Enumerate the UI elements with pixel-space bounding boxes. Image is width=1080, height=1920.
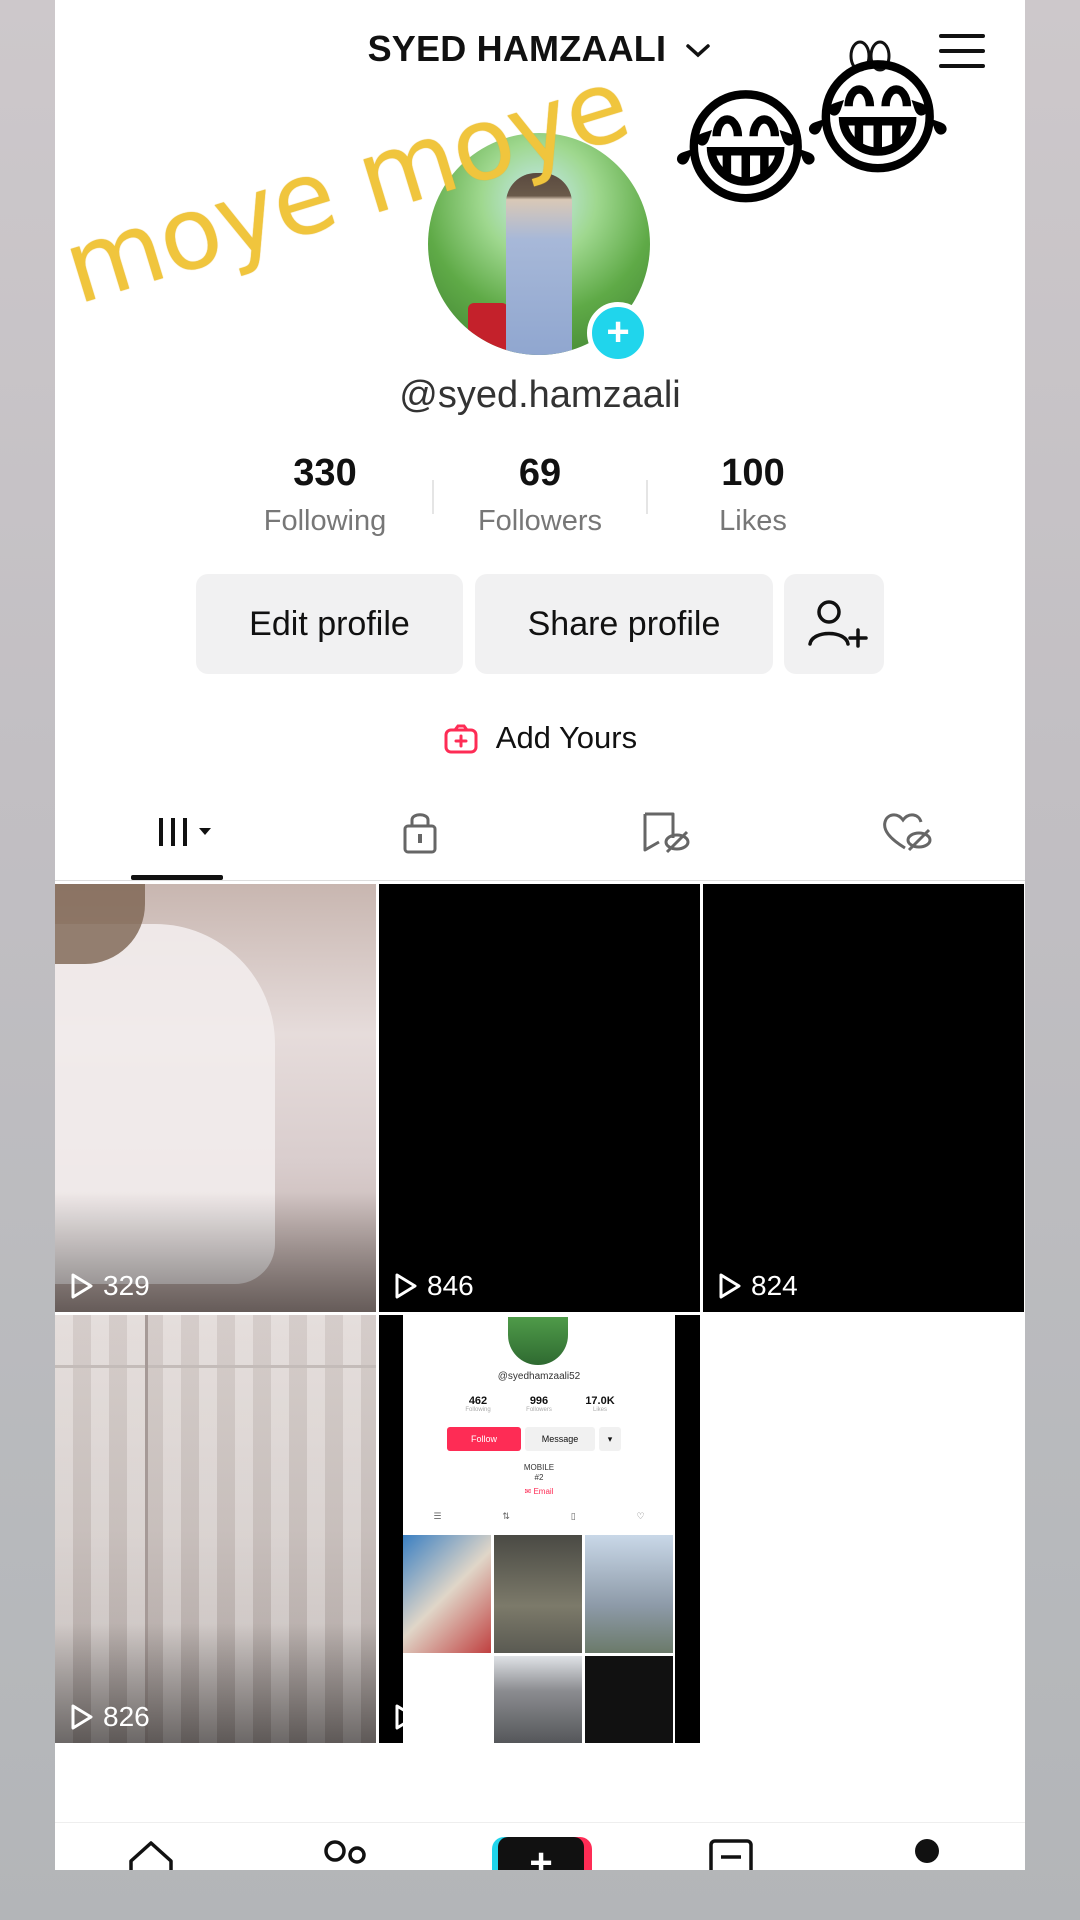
mini-bio: MOBILE #2 [403,1463,675,1483]
mini-stat: 17.0K Likes [570,1395,630,1413]
view-count: 826 [69,1701,150,1733]
profile-screen: SYED HAMZAALI + moye moye 😂 😂 @syed.hamz… [55,0,1025,1870]
profile-icon[interactable] [899,1837,955,1870]
view-count-text: 826 [103,1701,150,1732]
home-icon[interactable] [123,1837,179,1870]
stat-label: Likes [719,505,787,537]
mini-heart-icon: ♡ [636,1511,645,1521]
stat-label: Following [263,505,387,537]
video-thumbnail[interactable]: 824 [703,884,1024,1312]
mini-stat-label: Following [465,1407,491,1413]
mini-message-button: Message [525,1427,595,1451]
mini-stat-label: Likes [592,1407,607,1413]
hidden-bookmark-icon [643,812,690,854]
mini-stat-label: Followers [526,1407,552,1413]
stat-divider [646,480,648,514]
create-button[interactable]: + [492,1837,592,1870]
view-count: 329 [69,1270,150,1302]
hidden-heart-icon [883,813,932,852]
view-count-text: 329 [103,1270,150,1301]
mini-grid-icon: ☰ [433,1511,442,1521]
lock-icon [403,813,437,854]
video-thumbnail[interactable]: 329 [55,884,376,1312]
mini-stat-value: 462 [468,1395,488,1407]
play-icon [71,1704,93,1730]
mini-username: @syedhamzaali52 [497,1371,581,1382]
stat-value: 100 [721,452,785,494]
play-icon [395,1273,417,1299]
view-count-text: 846 [427,1270,474,1301]
mini-tabs: ☰ ⇅ ▯ ♡ [403,1511,675,1527]
mini-stat-value: 996 [529,1395,549,1407]
mini-repost-icon: ⇅ [502,1511,510,1521]
chevron-down-icon [686,44,711,58]
tab-private[interactable] [395,808,445,878]
account-name: SYED HAMZAALI [367,28,667,69]
tab-videos[interactable] [151,808,221,878]
play-icon [395,1704,417,1730]
play-icon [71,1273,93,1299]
stat-value: 330 [293,452,357,494]
tab-favorites[interactable] [637,808,693,878]
add-yours-label: Add Yours [495,720,638,755]
add-user-icon [808,600,868,648]
add-friends-button[interactable] [784,574,884,674]
laughing-emoji-sticker: 😂 [803,48,953,191]
mini-more-button: ▾ [599,1427,621,1451]
video-thumbnail[interactable]: 846 [379,884,700,1312]
friends-icon[interactable] [317,1837,373,1870]
mini-email: ✉ Email [524,1487,554,1496]
view-count-text: 824 [751,1270,798,1301]
edit-profile-button[interactable]: Edit profile [196,574,463,674]
add-yours-link[interactable]: Add Yours [55,720,1025,756]
stat-label: Followers [477,505,603,537]
video-thumbnail[interactable]: @syedhamzaali52 462 Following 996 Follow… [379,1315,700,1743]
stat-likes[interactable]: 100 Likes [653,452,853,538]
tabs-divider [55,880,1025,881]
stat-followers[interactable]: 69 Followers [440,452,640,538]
mini-stat: 462 Following [448,1395,508,1413]
plus-icon: + [498,1837,584,1870]
mini-bio-line: #2 [534,1473,544,1482]
grid-icon [159,818,211,846]
add-story-plus-icon[interactable]: + [587,302,649,364]
inbox-icon[interactable] [703,1837,759,1870]
profile-screenshot-thumbnail: @syedhamzaali52 462 Following 996 Follow… [403,1315,675,1743]
stat-value: 69 [518,452,562,494]
view-count-text: 610 [427,1701,474,1732]
mini-follow-button: Follow [447,1427,521,1451]
stat-following[interactable]: 330 Following [225,452,425,538]
laughing-emoji-sticker: 😂 [671,78,821,221]
mini-bio-line: MOBILE [523,1463,555,1472]
mini-stat-value: 17.0K [585,1395,615,1407]
view-count: 846 [393,1270,474,1302]
view-count: 824 [717,1270,798,1302]
username: @syed.hamzaali [399,374,681,416]
stat-divider [432,480,434,514]
video-thumbnail[interactable]: 826 [55,1315,376,1743]
tab-liked[interactable] [879,808,935,878]
bottom-navigation: + [55,1822,1025,1870]
view-count: 610 [393,1701,474,1733]
mini-bookmark-icon: ▯ [570,1511,576,1521]
share-profile-button[interactable]: Share profile [475,574,773,674]
play-icon [719,1273,741,1299]
add-yours-icon [444,724,478,754]
mini-stat: 996 Followers [509,1395,569,1413]
